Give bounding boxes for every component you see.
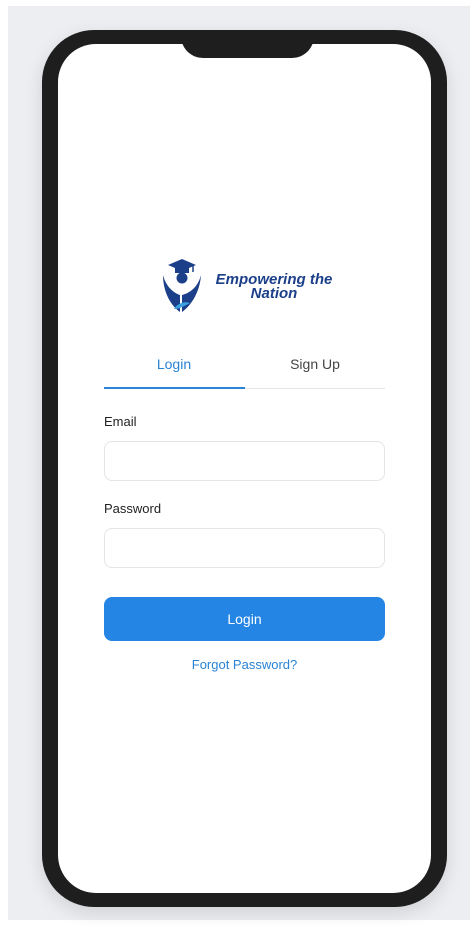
brand-logo: Empowering the Nation xyxy=(160,257,360,319)
password-label: Password xyxy=(104,501,162,516)
brand-name-line2: Nation xyxy=(250,285,298,302)
graduate-logo-icon xyxy=(163,259,201,312)
email-label: Email xyxy=(104,414,137,429)
login-button[interactable]: Login xyxy=(104,597,385,641)
tab-sign-up[interactable]: Sign Up xyxy=(245,350,385,387)
email-field[interactable] xyxy=(104,441,385,481)
active-tab-indicator xyxy=(104,387,245,389)
phone-notch xyxy=(181,30,314,58)
forgot-password-link[interactable]: Forgot Password? xyxy=(104,657,385,672)
brand-name: Empowering the Nation xyxy=(204,272,344,302)
password-field[interactable] xyxy=(104,528,385,568)
tab-login[interactable]: Login xyxy=(104,350,244,387)
auth-tabs: Login Sign Up xyxy=(104,350,385,389)
